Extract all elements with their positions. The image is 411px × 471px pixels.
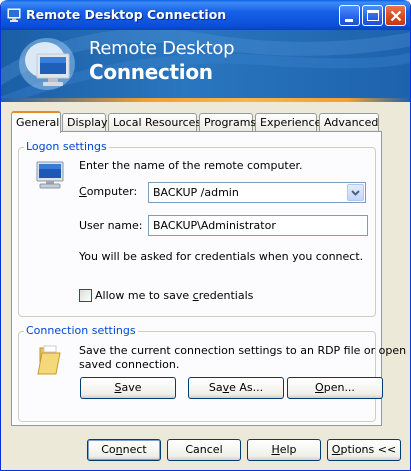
save-credentials-label[interactable]: Allow me to save credentials	[95, 289, 253, 302]
rdc-window: Remote Desktop Connection Remote Desktop…	[0, 0, 411, 471]
rdc-app-icon	[6, 7, 22, 23]
banner-accent-strip	[1, 98, 410, 102]
close-icon	[390, 10, 402, 22]
options-button[interactable]: Options <<	[327, 439, 401, 461]
tab-experience[interactable]: Experience	[255, 113, 321, 132]
connection-settings-label: Connection settings	[24, 324, 138, 337]
tab-programs[interactable]: Programs	[199, 113, 256, 132]
computer-combobox[interactable]: BACKUP /admin	[148, 182, 366, 203]
banner-title-line1: Remote Desktop	[89, 38, 235, 59]
credentials-note: You will be asked for credentials when y…	[79, 250, 364, 263]
computer-value: BACKUP /admin	[153, 186, 239, 199]
computer-dropdown-button[interactable]	[347, 184, 364, 201]
rdc-banner-logo-icon	[17, 36, 77, 97]
tab-advanced[interactable]: Advanced	[319, 113, 379, 132]
cancel-button[interactable]: Cancel	[167, 439, 241, 461]
username-label: User name:	[79, 219, 143, 232]
tab-local-resources[interactable]: Local Resources	[108, 113, 201, 132]
chevron-down-icon	[351, 190, 360, 196]
general-tab-panel: Logon settings Enter the name of the rem…	[11, 131, 410, 426]
window-title: Remote Desktop Connection	[26, 7, 227, 22]
open-button[interactable]: Open...	[287, 377, 383, 399]
logon-settings-label: Logon settings	[24, 140, 109, 153]
connect-button[interactable]: Connect	[87, 439, 161, 461]
help-button[interactable]: Help	[247, 439, 321, 461]
minimize-icon	[345, 19, 353, 22]
tab-display[interactable]: Display	[62, 113, 108, 132]
folder-icon	[34, 344, 64, 379]
save-button[interactable]: Save	[80, 377, 176, 399]
logon-instruction: Enter the name of the remote computer.	[79, 159, 303, 172]
monitor-icon	[34, 160, 66, 193]
connection-description-line2: saved connection.	[79, 358, 180, 371]
computer-label: Computer:	[79, 185, 138, 198]
tab-general[interactable]: General	[11, 111, 61, 133]
save-credentials-checkbox[interactable]	[79, 289, 92, 302]
save-as-button[interactable]: Save As...	[188, 377, 284, 399]
maximize-button[interactable]	[362, 5, 383, 26]
username-input[interactable]	[148, 215, 368, 236]
close-button[interactable]	[385, 5, 406, 26]
title-bar[interactable]: Remote Desktop Connection	[1, 0, 410, 30]
maximize-icon	[367, 10, 379, 21]
minimize-button[interactable]	[339, 5, 360, 26]
banner: Remote Desktop Connection	[1, 30, 410, 98]
connection-description-line1: Save the current connection settings to …	[79, 344, 411, 357]
banner-title-line2: Connection	[89, 60, 213, 84]
